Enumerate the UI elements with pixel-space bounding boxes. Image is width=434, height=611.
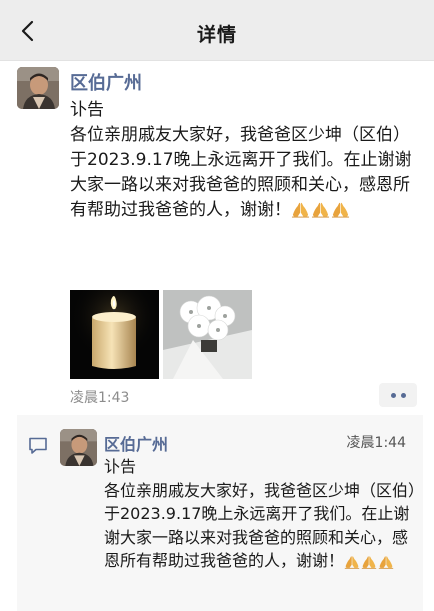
page-title: 详情 [196, 24, 237, 46]
post-image-candle[interactable] [70, 290, 159, 379]
post-body: 讣告 各位亲朋戚友大家好，我爸爸区少坤（区伯）于2023.9.17晚上永远离开了… [70, 98, 422, 223]
folded-hands-icon [311, 200, 330, 218]
post-title-line: 讣告 [70, 100, 104, 120]
post-message: 各位亲朋戚友大家好，我爸爸区少坤（区伯）于2023.9.17晚上永远离开了我们。… [70, 125, 412, 220]
folded-hands-icon [344, 554, 360, 569]
folded-hands-icon [378, 554, 394, 569]
comment-author-name[interactable]: 区伯广州 [104, 431, 168, 455]
comment-body: 讣告 各位亲朋戚友大家好，我爸爸区少坤（区伯）于2023.9.17晚上永远离开了… [104, 455, 419, 573]
candle-image [70, 290, 159, 379]
top-nav-bar: 详情 [0, 0, 434, 61]
avatar-photo [17, 67, 59, 109]
avatar-photo [60, 429, 97, 466]
comment-icon [29, 437, 47, 454]
comment-author-avatar[interactable] [60, 429, 97, 466]
comment-section: 区伯广州 凌晨1:44 讣告 各位亲朋戚友大家好，我爸爸区少坤（区伯）于2023… [17, 415, 423, 611]
post-image-flowers[interactable] [163, 290, 252, 379]
folded-hands-icon [331, 200, 350, 218]
comment-title-line: 讣告 [104, 457, 137, 476]
folded-hands-icon [291, 200, 310, 218]
post-timestamp: 凌晨1:43 [70, 390, 130, 406]
dot-icon [400, 392, 406, 398]
comment-timestamp: 凌晨1:44 [346, 435, 406, 451]
comment-text: 各位亲朋戚友大家好，我爸爸区少坤（区伯）于2023.9.17晚上永远离开了我们。… [104, 479, 419, 573]
post-author-name[interactable]: 区伯广州 [70, 69, 142, 95]
flower-bouquet-image [163, 290, 252, 379]
dot-icon [390, 392, 396, 398]
folded-hands-icon [361, 554, 377, 569]
post-text: 各位亲朋戚友大家好，我爸爸区少坤（区伯）于2023.9.17晚上永远离开了我们。… [70, 123, 422, 223]
author-avatar[interactable] [17, 67, 59, 109]
more-actions-button[interactable] [379, 383, 417, 407]
